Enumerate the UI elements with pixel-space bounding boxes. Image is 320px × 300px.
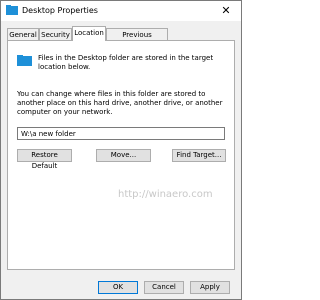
apply-button[interactable]: Apply bbox=[190, 281, 230, 294]
restore-default-button[interactable]: Restore Default bbox=[17, 149, 72, 170]
location-info-text: Files in the Desktop folder are stored i… bbox=[38, 54, 214, 71]
tab-security[interactable]: Security bbox=[39, 28, 72, 40]
ok-button[interactable]: OK bbox=[98, 281, 138, 294]
cancel-button[interactable]: Cancel bbox=[144, 281, 184, 294]
location-panel: Files in the Desktop folder are stored i… bbox=[7, 40, 235, 270]
path-input[interactable] bbox=[17, 127, 225, 140]
window-title: Desktop Properties bbox=[22, 6, 98, 15]
close-button[interactable]: ✕ bbox=[211, 1, 241, 21]
location-description: You can change where files in this folde… bbox=[17, 90, 223, 116]
find-target-button[interactable]: Find Target... bbox=[172, 149, 226, 162]
tab-location[interactable]: Location bbox=[72, 26, 106, 41]
tab-previous-versions[interactable]: Previous Versions bbox=[106, 28, 168, 51]
watermark: http://winaero.com bbox=[118, 189, 213, 200]
properties-window: Desktop Properties ✕ General Security Lo… bbox=[0, 0, 242, 300]
tab-general[interactable]: General bbox=[7, 28, 39, 40]
title-bar[interactable]: Desktop Properties ✕ bbox=[1, 1, 241, 21]
move-button[interactable]: Move... bbox=[96, 149, 151, 162]
folder-icon bbox=[6, 5, 18, 15]
folder-icon bbox=[17, 55, 32, 66]
